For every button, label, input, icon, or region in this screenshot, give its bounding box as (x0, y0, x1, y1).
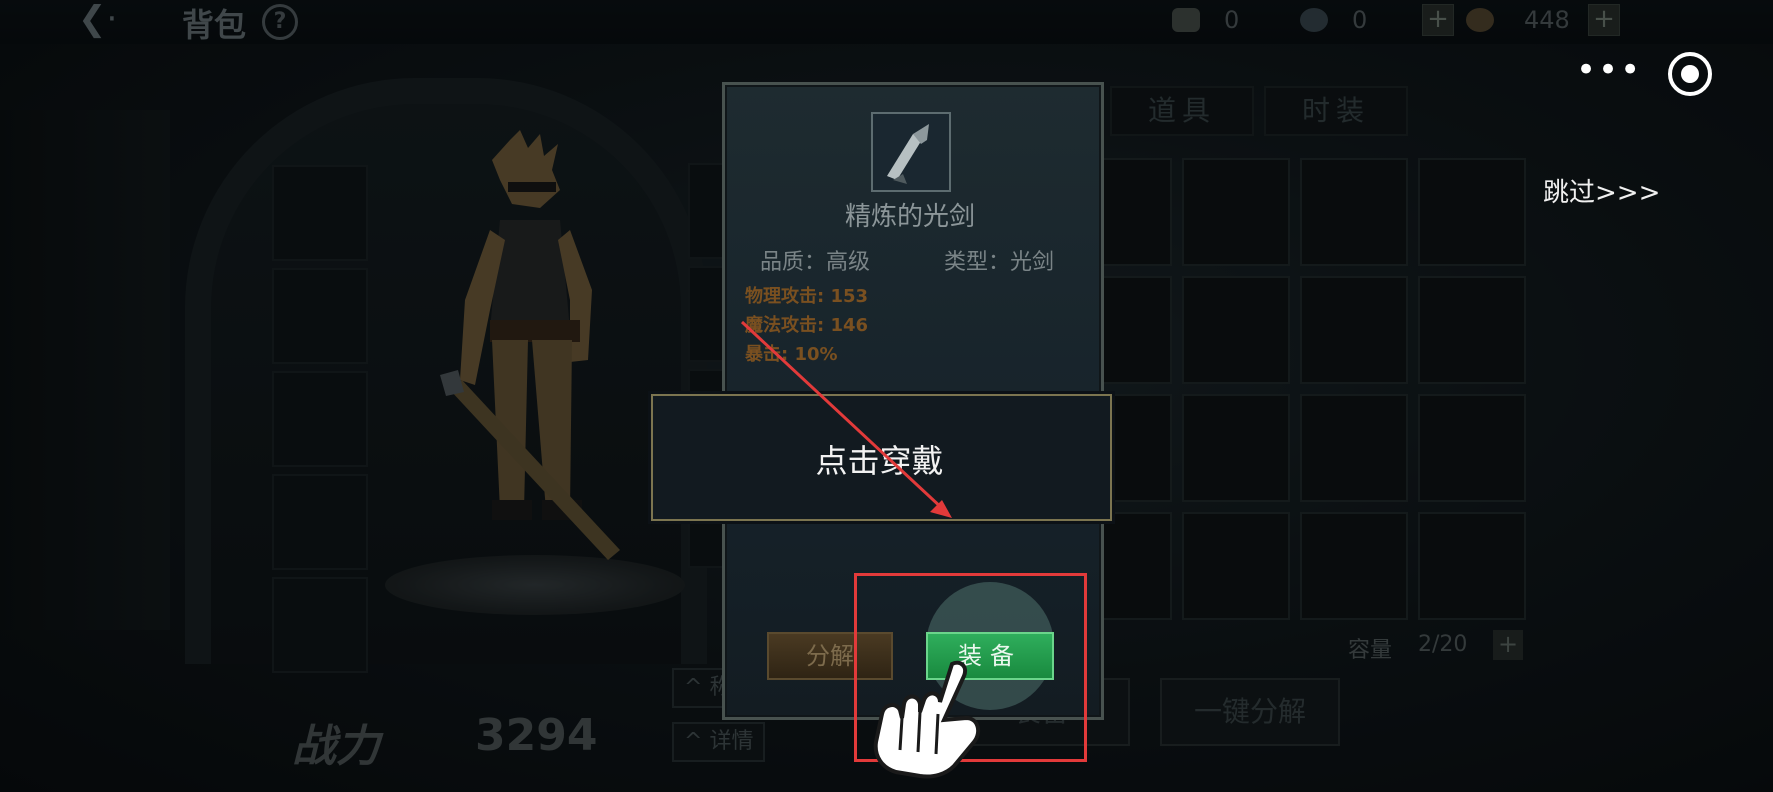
game-scene: ❮· 背包 ? 0 0 + 448 + 战力 3294 ^ 称 ^ 详情 道具 … (0, 0, 1773, 792)
skip-tutorial-button[interactable]: 跳过>>> (1543, 172, 1660, 209)
close-miniprogram-icon[interactable] (1668, 52, 1712, 96)
more-options-icon[interactable]: ••• (1576, 53, 1642, 87)
pointing-hand-icon (873, 660, 981, 779)
